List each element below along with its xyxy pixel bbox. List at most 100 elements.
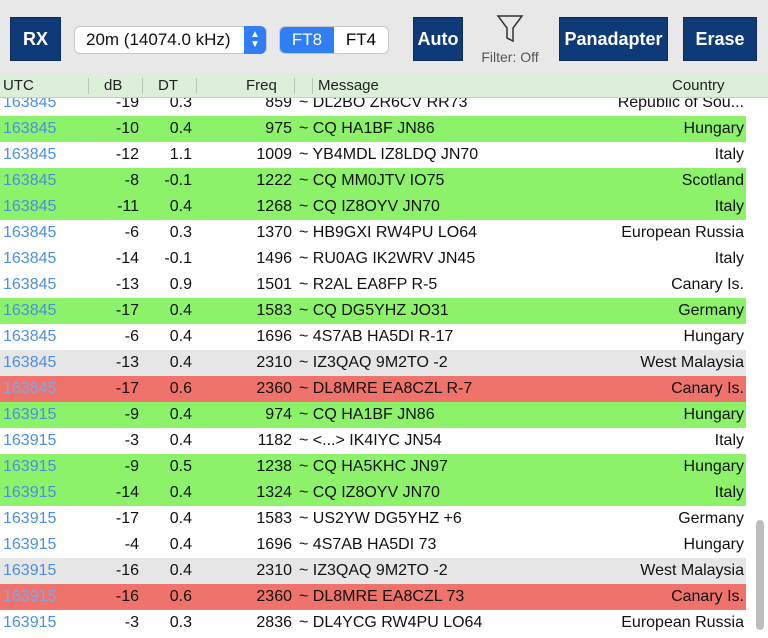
toolbar: RX 20m (14074.0 kHz) ▲ ▼ FT8 FT4 Auto Fil… [0,0,768,74]
cell-country: Italy [714,198,744,215]
rx-button[interactable]: RX [10,17,61,61]
col-header-db[interactable]: dB [104,77,122,94]
table-row[interactable]: 163845 -14 -0.1 1496 ~ RU0AG IK2WRV JN45 Ital… [0,246,746,272]
cell-utc: 163915 [3,562,57,579]
cell-utc: 163845 [3,98,57,111]
table-row[interactable]: 163845 -13 0.9 1501 ~ R2AL EA8FP R-5 Canary I… [0,272,746,298]
cell-db: -16 [115,588,139,605]
table-row[interactable]: 163845 -10 0.4 975 ~ CQ HA1BF JN86 Hungary [0,116,746,142]
table-row[interactable]: 163845 -13 0.4 2310 ~ IZ3QAQ 9M2TO -2 West Ma… [0,350,746,376]
table-row[interactable]: 163915 -17 0.4 1583 ~ US2YW DG5YHZ +6 Germany [0,506,746,532]
panadapter-button[interactable]: Panadapter [559,17,668,61]
table-header: UTC dB DT Freq Message Country [0,74,768,98]
cell-country: Italy [714,146,744,163]
cell-message: ~ DL2BO ZR6CV RR73 [299,98,468,111]
mode-ft8-button[interactable]: FT8 [280,27,334,53]
cell-db: -6 [124,224,139,241]
cell-country: Germany [678,302,744,319]
column-divider [294,78,295,94]
table-row[interactable]: 163915 -3 0.3 2836 ~ DL4YCG RW4PU LO64 Europe… [0,610,746,636]
cell-message: ~ HB9GXI RW4PU LO64 [299,224,477,241]
table-row[interactable]: 163845 -19 0.3 859 ~ DL2BO ZR6CV RR73 Republi… [0,98,746,116]
decode-table: 163845 -19 0.3 859 ~ DL2BO ZR6CV RR73 Republi… [0,98,746,638]
cell-country: Hungary [683,120,744,137]
table-row[interactable]: 163845 -12 1.1 1009 ~ YB4MDL IZ8LDQ JN70 Ital… [0,142,746,168]
table-row[interactable]: 163845 -6 0.3 1370 ~ HB9GXI RW4PU LO64 Europe… [0,220,746,246]
mode-segmented-control: FT8 FT4 [279,26,389,54]
cell-dt: 0.4 [169,432,192,449]
table-row[interactable]: 163915 -14 0.4 1324 ~ CQ IZ8OYV JN70 Italy [0,480,746,506]
cell-dt: 0.4 [169,536,192,553]
cell-utc: 163915 [3,432,57,449]
table-row[interactable]: 163845 -8 -0.1 1222 ~ CQ MM0JTV IO75 Scotland [0,168,746,194]
cell-freq: 1696 [256,328,292,345]
cell-message: ~ 4S7AB HA5DI R-17 [299,328,454,345]
cell-country: Scotland [681,172,744,189]
cell-utc: 163845 [3,198,57,215]
cell-country: West Malaysia [640,354,744,371]
auto-button[interactable]: Auto [413,17,463,61]
cell-utc: 163845 [3,302,57,319]
filter-status-label: Filter: Off [481,49,539,65]
cell-dt: 0.4 [169,120,192,137]
cell-db: -3 [124,614,139,631]
col-header-country[interactable]: Country [672,77,725,94]
table-row[interactable]: 163845 -11 0.4 1268 ~ CQ IZ8OYV JN70 Italy [0,194,746,220]
cell-utc: 163915 [3,588,57,605]
cell-utc: 163845 [3,224,57,241]
column-divider [88,78,89,94]
table-row[interactable]: 163845 -6 0.4 1696 ~ 4S7AB HA5DI R-17 Hungary [0,324,746,350]
table-row[interactable]: 163915 -9 0.4 974 ~ CQ HA1BF JN86 Hungary [0,402,746,428]
cell-message: ~ US2YW DG5YHZ +6 [299,510,462,527]
table-row[interactable]: 163915 -16 0.4 2310 ~ IZ3QAQ 9M2TO -2 West Ma… [0,558,746,584]
cell-db: -13 [115,354,139,371]
cell-country: Hungary [683,406,744,423]
table-row[interactable]: 163845 -17 0.4 1583 ~ CQ DG5YHZ JO31 Germany [0,298,746,324]
cell-freq: 1182 [257,432,292,449]
column-divider [142,78,143,94]
cell-utc: 163845 [3,172,57,189]
cell-dt: 0.4 [169,328,192,345]
cell-country: Republic of Sou... [617,98,744,111]
cell-db: -4 [124,536,139,553]
cell-db: -13 [115,276,139,293]
cell-utc: 163845 [3,380,57,397]
col-header-freq[interactable]: Freq [246,77,277,94]
cell-dt: 0.4 [169,562,192,579]
cell-db: -16 [115,562,139,579]
cell-utc: 163915 [3,406,57,423]
table-row[interactable]: 163915 -16 0.6 2360 ~ DL8MRE EA8CZL 73 Canary… [0,584,746,610]
cell-country: Hungary [683,458,744,475]
cell-dt: 1.1 [169,146,192,163]
table-row[interactable]: 163915 -3 0.4 1182 ~ <...> IK4IYC JN54 Italy [0,428,746,454]
cell-message: ~ CQ HA1BF JN86 [299,406,435,423]
cell-message: ~ CQ IZ8OYV JN70 [299,198,440,215]
scrollbar-thumb[interactable] [756,520,764,630]
table-row[interactable]: 163915 -4 0.4 1696 ~ 4S7AB HA5DI 73 Hungary [0,532,746,558]
chevron-updown-icon: ▲ ▼ [244,26,266,54]
cell-dt: 0.3 [169,98,192,111]
filter-button[interactable]: Filter: Off [472,14,548,66]
cell-db: -10 [115,120,139,137]
cell-freq: 859 [265,98,292,111]
cell-db: -14 [115,484,139,501]
table-row[interactable]: 163845 -17 0.6 2360 ~ DL8MRE EA8CZL R-7 Canar… [0,376,746,402]
col-header-utc[interactable]: UTC [3,77,34,94]
cell-db: -17 [115,302,139,319]
filter-funnel-icon [496,15,524,43]
col-header-message[interactable]: Message [318,77,379,94]
cell-freq: 1268 [256,198,292,215]
band-select[interactable]: 20m (14074.0 kHz) ▲ ▼ [74,26,267,54]
cell-message: ~ YB4MDL IZ8LDQ JN70 [299,146,479,163]
col-header-dt[interactable]: DT [158,77,178,94]
cell-dt: 0.4 [169,198,192,215]
cell-db: -3 [124,432,139,449]
cell-freq: 1009 [256,146,292,163]
cell-message: ~ CQ HA1BF JN86 [299,120,435,137]
cell-utc: 163915 [3,458,57,475]
table-row[interactable]: 163915 -9 0.5 1238 ~ CQ HA5KHC JN97 Hungary [0,454,746,480]
mode-ft4-button[interactable]: FT4 [334,27,388,53]
cell-message: ~ IZ3QAQ 9M2TO -2 [299,562,448,579]
erase-button[interactable]: Erase [683,17,757,61]
cell-country: Hungary [683,328,744,345]
